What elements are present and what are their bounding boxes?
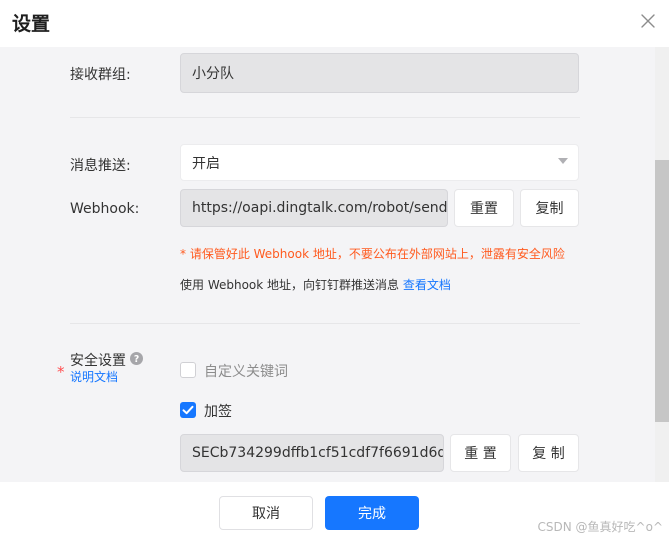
dialog-header: 设置 [0,0,669,47]
sign-option-label[interactable]: 加签 [204,401,232,421]
svg-text:?: ? [134,354,139,365]
group-field: 小分队 [180,53,579,93]
security-doc-link[interactable]: 说明文档 [70,368,118,385]
keyword-checkbox[interactable] [180,362,196,378]
help-icon[interactable]: ? [130,352,143,365]
webhook-doc-link[interactable]: 查看文档 [403,278,451,292]
done-button[interactable]: 完成 [325,496,419,530]
secret-reset-button[interactable]: 重 置 [450,434,511,472]
webhook-label: Webhook: [70,201,140,217]
webhook-info-text: 使用 Webhook 地址，向钉钉群推送消息 [180,278,400,292]
webhook-copy-button[interactable]: 复制 [520,189,579,227]
webhook-info-line: 使用 Webhook 地址，向钉钉群推送消息 查看文档 [180,276,451,293]
watermark-text: CSDN @鱼真好吃^o^ [537,520,663,534]
push-label: 消息推送: [70,158,131,174]
group-label: 接收群组: [70,67,131,83]
divider [70,117,580,118]
webhook-field[interactable]: https://oapi.dingtalk.com/robot/send?ac [180,189,448,227]
push-select[interactable]: 开启 [180,144,579,181]
security-label: 安全设置 [70,353,126,369]
sign-checkbox[interactable] [180,402,196,418]
form-scroll-area[interactable]: 接收群组: 小分队 消息推送: 开启 Webhook: https://oapi… [0,47,669,482]
close-icon[interactable] [639,12,657,30]
webhook-reset-button[interactable]: 重置 [454,189,514,227]
cancel-button[interactable]: 取消 [219,496,313,530]
required-mark: * [57,363,65,381]
checkmark-icon [182,405,194,415]
scrollbar-thumb[interactable] [655,160,669,422]
dialog-title: 设置 [12,13,51,35]
webhook-warning-text: * 请保管好此 Webhook 地址，不要公布在外部网站上，泄露有安全风险 [180,247,565,261]
keyword-option-label[interactable]: 自定义关键词 [204,361,288,381]
settings-dialog: 接收群组: 小分队 消息推送: 开启 Webhook: https://oapi… [0,0,669,541]
secret-copy-button[interactable]: 复 制 [518,434,579,472]
secret-field[interactable]: SECb734299dffb1cf51cdf7f6691d6d241 [180,434,444,472]
chevron-down-icon [558,158,568,164]
dialog-footer: 取消 完成 CSDN @鱼真好吃^o^ [0,482,669,541]
push-select-value: 开启 [192,155,220,172]
divider [70,323,580,324]
